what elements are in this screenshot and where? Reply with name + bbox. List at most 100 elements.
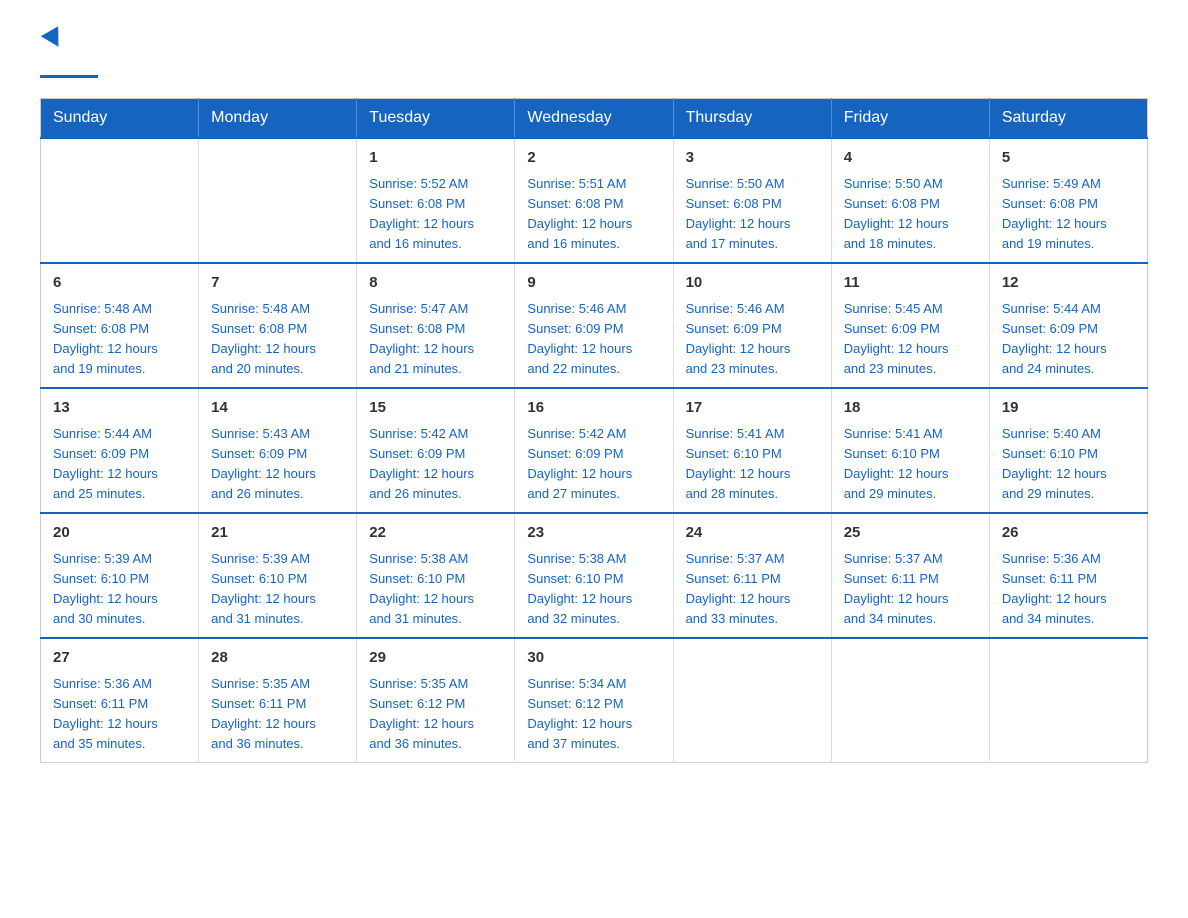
day-cell: 17 Sunrise: 5:41 AMSunset: 6:10 PMDayligh… — [673, 388, 831, 513]
day-cell: 8 Sunrise: 5:47 AMSunset: 6:08 PMDaylight… — [357, 263, 515, 388]
header-saturday: Saturday — [989, 99, 1147, 139]
day-info: Sunrise: 5:41 AMSunset: 6:10 PMDaylight:… — [844, 424, 977, 505]
header-sunday: Sunday — [41, 99, 199, 139]
calendar-table: SundayMondayTuesdayWednesdayThursdayFrid… — [40, 98, 1148, 763]
day-cell: 19 Sunrise: 5:40 AMSunset: 6:10 PMDayligh… — [989, 388, 1147, 513]
day-number: 14 — [211, 397, 344, 420]
day-cell: 23 Sunrise: 5:38 AMSunset: 6:10 PMDayligh… — [515, 513, 673, 638]
header-friday: Friday — [831, 99, 989, 139]
day-info: Sunrise: 5:52 AMSunset: 6:08 PMDaylight:… — [369, 174, 502, 255]
day-cell: 1 Sunrise: 5:52 AMSunset: 6:08 PMDaylight… — [357, 138, 515, 263]
week-row-5: 27 Sunrise: 5:36 AMSunset: 6:11 PMDayligh… — [41, 638, 1148, 763]
day-info: Sunrise: 5:43 AMSunset: 6:09 PMDaylight:… — [211, 424, 344, 505]
day-number: 28 — [211, 647, 344, 670]
logo-underline — [40, 75, 98, 78]
day-number: 26 — [1002, 522, 1135, 545]
day-cell — [673, 638, 831, 763]
day-cell: 12 Sunrise: 5:44 AMSunset: 6:09 PMDayligh… — [989, 263, 1147, 388]
day-info: Sunrise: 5:36 AMSunset: 6:11 PMDaylight:… — [53, 674, 186, 755]
day-cell: 3 Sunrise: 5:50 AMSunset: 6:08 PMDaylight… — [673, 138, 831, 263]
day-cell: 27 Sunrise: 5:36 AMSunset: 6:11 PMDayligh… — [41, 638, 199, 763]
day-info: Sunrise: 5:44 AMSunset: 6:09 PMDaylight:… — [53, 424, 186, 505]
day-cell: 14 Sunrise: 5:43 AMSunset: 6:09 PMDayligh… — [199, 388, 357, 513]
day-cell: 13 Sunrise: 5:44 AMSunset: 6:09 PMDayligh… — [41, 388, 199, 513]
calendar-body: 1 Sunrise: 5:52 AMSunset: 6:08 PMDaylight… — [41, 138, 1148, 763]
header-thursday: Thursday — [673, 99, 831, 139]
day-number: 29 — [369, 647, 502, 670]
day-cell — [831, 638, 989, 763]
day-info: Sunrise: 5:41 AMSunset: 6:10 PMDaylight:… — [686, 424, 819, 505]
day-number: 23 — [527, 522, 660, 545]
day-number: 17 — [686, 397, 819, 420]
day-number: 5 — [1002, 147, 1135, 170]
page-header — [40, 30, 1148, 78]
day-number: 30 — [527, 647, 660, 670]
day-cell — [989, 638, 1147, 763]
day-cell: 21 Sunrise: 5:39 AMSunset: 6:10 PMDayligh… — [199, 513, 357, 638]
day-cell: 24 Sunrise: 5:37 AMSunset: 6:11 PMDayligh… — [673, 513, 831, 638]
day-number: 2 — [527, 147, 660, 170]
day-info: Sunrise: 5:38 AMSunset: 6:10 PMDaylight:… — [369, 549, 502, 630]
day-cell: 28 Sunrise: 5:35 AMSunset: 6:11 PMDayligh… — [199, 638, 357, 763]
day-info: Sunrise: 5:34 AMSunset: 6:12 PMDaylight:… — [527, 674, 660, 755]
day-number: 19 — [1002, 397, 1135, 420]
day-info: Sunrise: 5:46 AMSunset: 6:09 PMDaylight:… — [686, 299, 819, 380]
day-cell: 18 Sunrise: 5:41 AMSunset: 6:10 PMDayligh… — [831, 388, 989, 513]
day-number: 7 — [211, 272, 344, 295]
day-info: Sunrise: 5:51 AMSunset: 6:08 PMDaylight:… — [527, 174, 660, 255]
header-monday: Monday — [199, 99, 357, 139]
day-number: 21 — [211, 522, 344, 545]
day-number: 12 — [1002, 272, 1135, 295]
week-row-2: 6Sunrise: 5:48 AMSunset: 6:08 PMDaylight… — [41, 263, 1148, 388]
day-cell — [41, 138, 199, 263]
day-info: Sunrise: 5:40 AMSunset: 6:10 PMDaylight:… — [1002, 424, 1135, 505]
day-info: Sunrise: 5:47 AMSunset: 6:08 PMDaylight:… — [369, 299, 502, 380]
day-info: Sunrise: 5:50 AMSunset: 6:08 PMDaylight:… — [686, 174, 819, 255]
day-number: 27 — [53, 647, 186, 670]
day-cell: 29 Sunrise: 5:35 AMSunset: 6:12 PMDayligh… — [357, 638, 515, 763]
calendar-header: SundayMondayTuesdayWednesdayThursdayFrid… — [41, 99, 1148, 139]
day-cell: 4Sunrise: 5:50 AMSunset: 6:08 PMDaylight… — [831, 138, 989, 263]
day-info: Sunrise: 5:38 AMSunset: 6:10 PMDaylight:… — [527, 549, 660, 630]
week-row-1: 1 Sunrise: 5:52 AMSunset: 6:08 PMDaylight… — [41, 138, 1148, 263]
day-number: 6 — [53, 272, 186, 295]
day-cell: 2 Sunrise: 5:51 AMSunset: 6:08 PMDaylight… — [515, 138, 673, 263]
day-info: Sunrise: 5:39 AMSunset: 6:10 PMDaylight:… — [211, 549, 344, 630]
day-cell: 26 Sunrise: 5:36 AMSunset: 6:11 PMDayligh… — [989, 513, 1147, 638]
day-cell: 7Sunrise: 5:48 AMSunset: 6:08 PMDaylight… — [199, 263, 357, 388]
day-number: 22 — [369, 522, 502, 545]
day-info: Sunrise: 5:50 AMSunset: 6:08 PMDaylight:… — [844, 174, 977, 255]
day-cell — [199, 138, 357, 263]
day-info: Sunrise: 5:37 AMSunset: 6:11 PMDaylight:… — [686, 549, 819, 630]
day-cell: 5Sunrise: 5:49 AMSunset: 6:08 PMDaylight… — [989, 138, 1147, 263]
day-number: 3 — [686, 147, 819, 170]
day-info: Sunrise: 5:42 AMSunset: 6:09 PMDaylight:… — [369, 424, 502, 505]
day-cell: 6Sunrise: 5:48 AMSunset: 6:08 PMDaylight… — [41, 263, 199, 388]
day-info: Sunrise: 5:45 AMSunset: 6:09 PMDaylight:… — [844, 299, 977, 380]
day-number: 18 — [844, 397, 977, 420]
day-info: Sunrise: 5:35 AMSunset: 6:11 PMDaylight:… — [211, 674, 344, 755]
day-headers-row: SundayMondayTuesdayWednesdayThursdayFrid… — [41, 99, 1148, 139]
header-tuesday: Tuesday — [357, 99, 515, 139]
day-info: Sunrise: 5:42 AMSunset: 6:09 PMDaylight:… — [527, 424, 660, 505]
day-info: Sunrise: 5:44 AMSunset: 6:09 PMDaylight:… — [1002, 299, 1135, 380]
week-row-3: 13 Sunrise: 5:44 AMSunset: 6:09 PMDayligh… — [41, 388, 1148, 513]
day-number: 1 — [369, 147, 502, 170]
day-cell: 11Sunrise: 5:45 AMSunset: 6:09 PMDayligh… — [831, 263, 989, 388]
week-row-4: 20Sunrise: 5:39 AMSunset: 6:10 PMDayligh… — [41, 513, 1148, 638]
day-number: 8 — [369, 272, 502, 295]
day-number: 10 — [686, 272, 819, 295]
day-cell: 25 Sunrise: 5:37 AMSunset: 6:11 PMDayligh… — [831, 513, 989, 638]
day-number: 16 — [527, 397, 660, 420]
day-info: Sunrise: 5:39 AMSunset: 6:10 PMDaylight:… — [53, 549, 186, 630]
logo — [40, 30, 98, 78]
day-info: Sunrise: 5:37 AMSunset: 6:11 PMDaylight:… — [844, 549, 977, 630]
day-number: 13 — [53, 397, 186, 420]
day-info: Sunrise: 5:35 AMSunset: 6:12 PMDaylight:… — [369, 674, 502, 755]
day-info: Sunrise: 5:36 AMSunset: 6:11 PMDaylight:… — [1002, 549, 1135, 630]
day-cell: 15Sunrise: 5:42 AMSunset: 6:09 PMDayligh… — [357, 388, 515, 513]
day-cell: 10 Sunrise: 5:46 AMSunset: 6:09 PMDayligh… — [673, 263, 831, 388]
day-number: 25 — [844, 522, 977, 545]
day-number: 24 — [686, 522, 819, 545]
header-wednesday: Wednesday — [515, 99, 673, 139]
